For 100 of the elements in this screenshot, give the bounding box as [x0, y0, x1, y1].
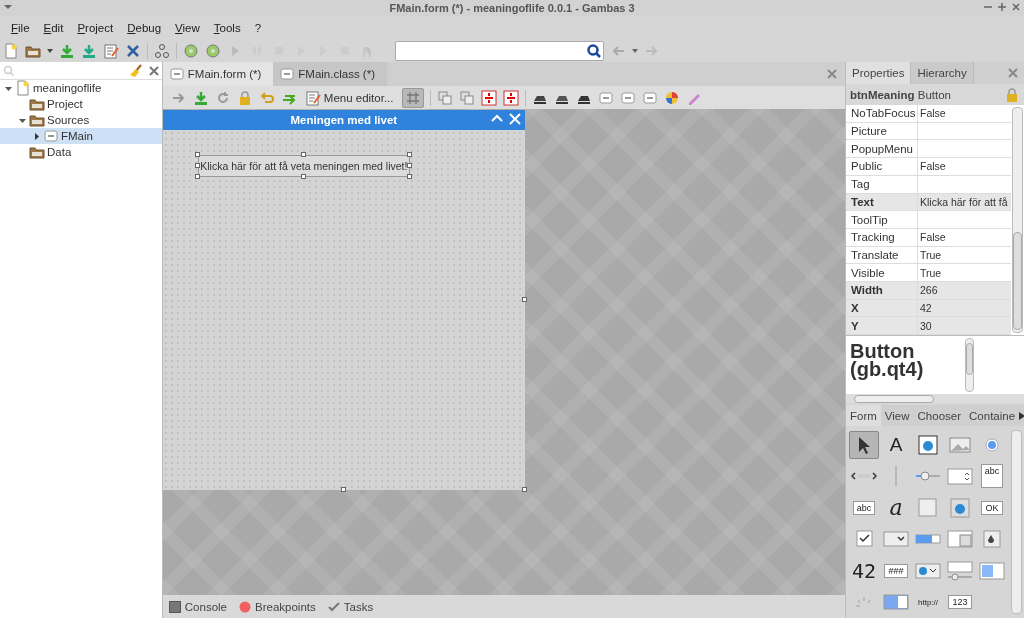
maximize-icon[interactable]	[998, 2, 1006, 12]
tool-button[interactable]: a	[881, 493, 911, 522]
property-name: Visible	[846, 264, 918, 281]
panel-tab[interactable]: Breakpoints	[239, 600, 316, 613]
toolbox-tab[interactable]: View	[880, 405, 914, 426]
tool-button[interactable]: OK	[977, 493, 1007, 522]
tree-item[interactable]: FMain	[0, 128, 162, 144]
window-menu-icon[interactable]	[4, 3, 12, 11]
toolbox-tab[interactable]: Form	[846, 405, 881, 426]
folder-icon[interactable]	[29, 96, 45, 112]
menu-item[interactable]: Edit	[36, 22, 71, 34]
copy-icon[interactable]	[436, 89, 453, 106]
copy-icon[interactable]	[458, 89, 475, 106]
menu-item[interactable]: File	[4, 22, 37, 34]
spinner-icon	[855, 596, 873, 609]
color-wheel-icon[interactable]	[663, 89, 680, 106]
object-name: btnMeaning Button	[850, 88, 951, 101]
toolbox-tab[interactable]: Containe	[965, 405, 1020, 426]
close-icon[interactable]	[1008, 68, 1018, 79]
download-icon[interactable]	[59, 43, 75, 59]
tree-item[interactable]: Project	[0, 96, 162, 112]
property-value[interactable]: False	[918, 158, 1012, 175]
search-icon[interactable]	[587, 44, 601, 58]
menu-item[interactable]: View	[168, 22, 207, 34]
note-icon[interactable]	[304, 89, 321, 106]
button-icon[interactable]	[619, 89, 636, 106]
property-value[interactable]: False	[918, 105, 1012, 122]
panel-tab[interactable]: Tasks	[327, 600, 374, 613]
tool-button[interactable]	[849, 430, 879, 459]
caret-icon[interactable]	[47, 48, 53, 54]
menu-item[interactable]: ?	[247, 22, 269, 34]
tool-button[interactable]: http://	[913, 588, 943, 617]
search-field[interactable]	[395, 41, 604, 61]
align-icon[interactable]	[480, 89, 497, 106]
tree-item[interactable]: meaningoflife	[0, 80, 162, 96]
resize-handle[interactable]	[521, 297, 527, 302]
property-value[interactable]: Klicka här för att få	[918, 193, 1012, 211]
folder-icon[interactable]	[25, 43, 41, 59]
tool-button[interactable]: abc	[849, 493, 879, 522]
panel-tab[interactable]: Hierarchy	[911, 62, 974, 85]
button-icon[interactable]	[597, 89, 614, 106]
menu-editor-button[interactable]: Menu editor...	[302, 89, 396, 106]
toolbox-tab[interactable]: Chooser	[913, 405, 966, 426]
panel-tab[interactable]: Console	[168, 600, 227, 613]
tree-item[interactable]: Sources	[0, 112, 162, 128]
resize-handle[interactable]	[521, 487, 527, 492]
close-icon[interactable]	[827, 69, 837, 79]
editor-tab[interactable]: FMain.form (*)	[162, 62, 274, 86]
tool-button[interactable]: 123	[945, 588, 975, 617]
scrollbar[interactable]	[1011, 430, 1022, 614]
close-icon[interactable]	[1012, 2, 1020, 12]
property-value[interactable]: False	[918, 228, 1012, 246]
property-name: PopupMenu	[846, 140, 918, 158]
tree-item[interactable]: Data	[0, 144, 162, 160]
property-value[interactable]: True	[918, 264, 1012, 281]
property-value[interactable]: True	[918, 246, 1012, 264]
menu-item[interactable]: Tools	[206, 22, 248, 34]
property-name: Tracking	[846, 228, 918, 246]
grid-toggle[interactable]	[401, 87, 424, 108]
resize-handle[interactable]	[300, 174, 306, 179]
broom-icon[interactable]	[128, 63, 143, 78]
property-value[interactable]: 266	[918, 281, 1012, 299]
window-title: FMain.form (*) - meaningoflife 0.0.1 - Gambas 3	[389, 2, 635, 14]
panel-tab[interactable]: Properties	[846, 62, 912, 85]
help-title: Button (gb.qt4)	[849, 339, 925, 382]
editor-tab[interactable]: FMain.class (*)	[273, 62, 387, 86]
new-file-icon[interactable]	[3, 43, 19, 59]
property-value[interactable]: 42	[918, 299, 1012, 317]
expand-icon[interactable]	[32, 131, 41, 141]
button-icon[interactable]	[641, 89, 658, 106]
form-window[interactable]: Meningen med livet Klicka här för att få veta meningen med livet!	[162, 110, 525, 490]
tool-button[interactable]: 42	[849, 556, 879, 585]
download-icon[interactable]	[192, 89, 209, 106]
combo-box-icon	[883, 529, 909, 550]
undo-icon[interactable]	[258, 89, 275, 106]
folder-icon[interactable]	[29, 112, 45, 128]
folder-icon[interactable]	[29, 144, 45, 160]
form-button[interactable]: Klicka här för att få veta meningen med livet!	[197, 155, 410, 177]
tool-button[interactable]: A	[881, 430, 911, 459]
scroll-right-icon[interactable]	[1019, 411, 1024, 420]
menu-item[interactable]: Debug	[120, 22, 169, 34]
scrollbar[interactable]	[965, 338, 974, 393]
property-name: Translate	[846, 246, 918, 264]
caret-icon[interactable]	[632, 48, 638, 54]
property-value[interactable]: 30	[918, 317, 1012, 334]
scrollbar[interactable]	[846, 394, 1024, 404]
scrollbar[interactable]	[1012, 107, 1023, 333]
align-icon[interactable]	[502, 89, 519, 106]
resize-handle[interactable]	[300, 152, 306, 157]
tool-button[interactable]: ###	[881, 556, 911, 585]
menu-item[interactable]: Project	[70, 22, 121, 34]
property-name: Tag	[846, 175, 918, 193]
property-name: NoTabFocus	[846, 105, 918, 122]
close-icon[interactable]	[148, 65, 159, 76]
file-chooser-icon	[947, 529, 973, 550]
download-icon[interactable]	[81, 43, 97, 59]
resize-handle[interactable]	[340, 487, 346, 492]
edit-icon[interactable]	[103, 43, 119, 59]
property-name: Public	[846, 158, 918, 175]
lock-icon[interactable]	[1004, 86, 1020, 103]
